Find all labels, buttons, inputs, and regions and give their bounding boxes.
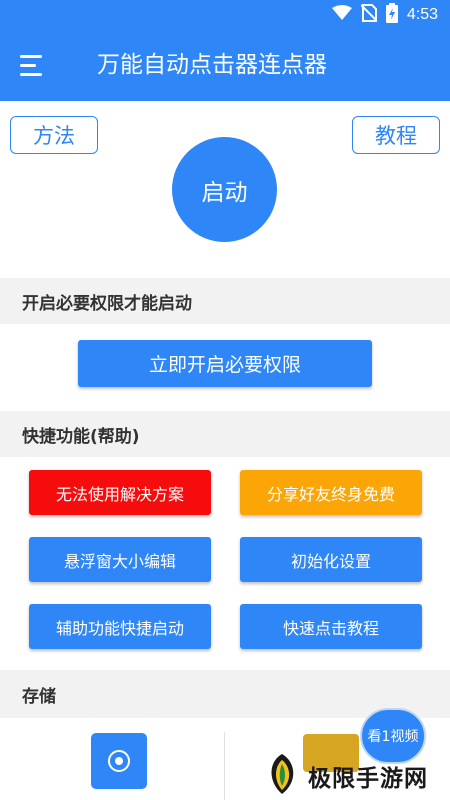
permission-section-header: 开启必要权限才能启动	[0, 278, 450, 324]
no-sim-icon	[360, 4, 378, 26]
app-title: 万能自动点击器连点器	[97, 52, 327, 78]
storage-divider	[224, 732, 225, 800]
tutorial-button[interactable]: 教程	[352, 116, 440, 154]
float-window-size-button[interactable]: 悬浮窗大小编辑	[29, 537, 211, 582]
battery-charging-icon	[385, 3, 398, 27]
status-bar: 4:53	[0, 0, 450, 30]
app-bar: 万能自动点击器连点器	[0, 30, 450, 101]
start-button[interactable]: 启动	[172, 137, 277, 242]
app-screen: 4:53 万能自动点击器连点器 方法 教程 启动 开启必要权限才能启动 立即开启…	[0, 0, 450, 800]
menu-icon[interactable]	[20, 50, 50, 80]
record-icon[interactable]	[91, 733, 147, 789]
leaf-logo-icon	[262, 752, 302, 800]
init-settings-button[interactable]: 初始化设置	[240, 537, 422, 582]
status-time: 4:53	[406, 6, 438, 23]
watermark-text: 极限手游网	[308, 766, 428, 792]
enable-permission-button[interactable]: 立即开启必要权限	[78, 340, 372, 387]
troubleshoot-button[interactable]: 无法使用解决方案	[29, 470, 211, 515]
method-button[interactable]: 方法	[10, 116, 98, 154]
accessibility-shortcut-button[interactable]: 辅助功能快捷启动	[29, 604, 211, 649]
watermark: 极限手游网	[262, 752, 450, 800]
share-free-button[interactable]: 分享好友终身免费	[240, 470, 422, 515]
wifi-icon	[331, 5, 352, 25]
quick-click-tutorial-button[interactable]: 快速点击教程	[240, 604, 422, 649]
status-icons: 4:53	[331, 3, 438, 27]
quick-section-header: 快捷功能(帮助)	[0, 411, 450, 457]
